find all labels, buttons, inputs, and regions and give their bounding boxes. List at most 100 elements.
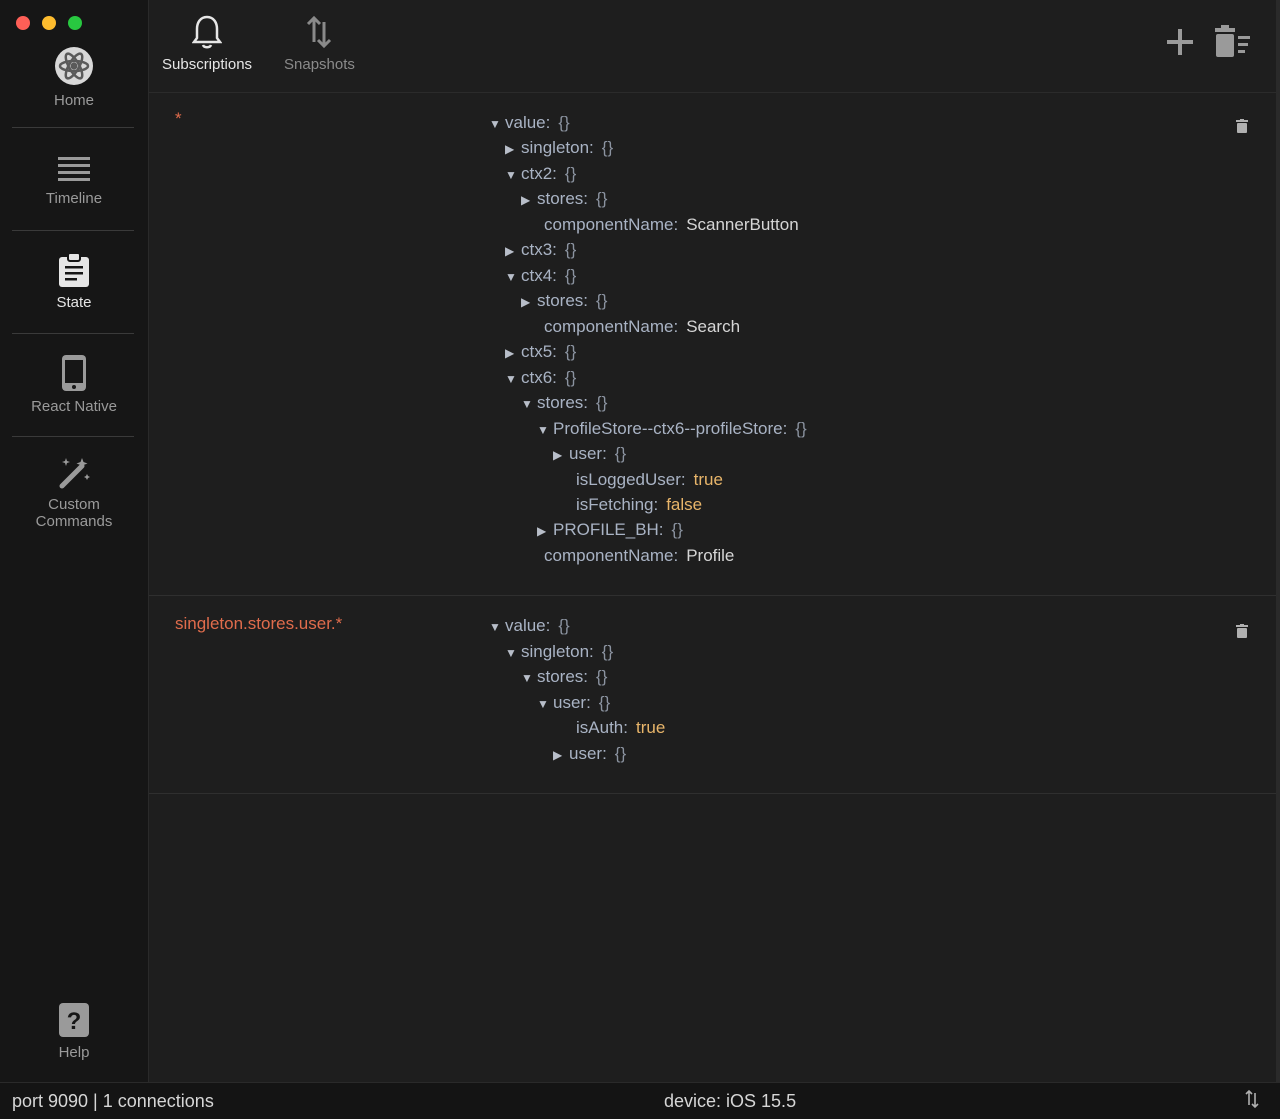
tree-key: value: (505, 616, 551, 635)
tree-node[interactable]: ▼ value: {} (489, 111, 570, 135)
tree-key: stores: (537, 189, 589, 208)
tab-snapshots[interactable]: Snapshots (284, 14, 355, 73)
tree-node[interactable]: ▼ ctx6: {} (505, 366, 576, 390)
tree-brace: {} (564, 266, 577, 285)
sidebar-item-custom-commands[interactable]: Custom Commands (0, 454, 148, 530)
tree-brace: {} (564, 164, 577, 183)
tree-node[interactable]: ▶ user: {} (553, 442, 626, 466)
caret-down-icon[interactable]: ▼ (537, 418, 553, 442)
clear-all-icon[interactable] (1212, 24, 1252, 58)
tree-node[interactable]: ▶ user: {} (553, 742, 626, 766)
subscription-path[interactable]: * (175, 109, 182, 129)
tree-key: user: (569, 444, 607, 463)
tree-node[interactable]: ▼ stores: {} (521, 665, 607, 689)
device-status: device: iOS 15.5 (664, 1091, 797, 1111)
tree-key: stores: (537, 667, 589, 686)
help-icon: ? (59, 1003, 89, 1037)
close-window-button[interactable] (16, 16, 30, 30)
tree-node[interactable]: ▼ stores: {} (521, 391, 607, 415)
subscription-row: * ▼ value:{} ▶ singleton:{} ▼ ctx2:{} ▶ stor… (149, 93, 1276, 596)
caret-down-icon[interactable]: ▼ (537, 692, 553, 716)
tree-brace: {} (596, 393, 608, 412)
sidebar-item-timeline[interactable]: Timeline (0, 154, 148, 207)
phone-icon (62, 355, 86, 391)
lines-icon (58, 157, 90, 181)
tree-key: singleton: (521, 138, 594, 157)
sidebar-item-help[interactable]: ? Help (0, 1002, 148, 1061)
tree-leaf: componentName: ScannerButton (544, 213, 799, 237)
caret-down-icon[interactable]: ▼ (489, 112, 505, 136)
tree-node[interactable]: ▼ user: {} (537, 691, 610, 715)
caret-right-icon[interactable]: ▶ (505, 239, 521, 263)
connection-status: port 9090 | 1 connections (12, 1091, 214, 1111)
tab-label: Snapshots (284, 56, 355, 73)
tree-brace: {} (596, 189, 608, 208)
tree-brace: {} (795, 419, 807, 438)
app-window: Home Timeline State React Native Custom … (0, 0, 1280, 1119)
caret-right-icon[interactable]: ▶ (505, 341, 521, 365)
caret-down-icon[interactable]: ▼ (505, 641, 521, 665)
tree-leaf: isFetching: false (576, 493, 702, 517)
swap-arrows-icon[interactable] (1244, 1089, 1260, 1109)
tree-node[interactable]: ▼ ctx4: {} (505, 264, 576, 288)
subscription-row: singleton.stores.user.* ▼ value:{} ▼ singl… (149, 596, 1276, 794)
sidebar-item-label: Home (53, 92, 94, 109)
caret-down-icon[interactable]: ▼ (505, 265, 521, 289)
tree-brace: {} (558, 113, 570, 132)
tree-node[interactable]: ▼ value: {} (489, 614, 570, 638)
sidebar-divider (12, 127, 134, 128)
tree-key: componentName: (544, 546, 679, 565)
tree-key: isFetching: (576, 495, 659, 514)
tree-node[interactable]: ▶ singleton: {} (505, 136, 613, 160)
sidebar-item-state[interactable]: State (0, 252, 148, 311)
tree-brace: {} (564, 342, 577, 361)
tree-brace: {} (601, 642, 614, 661)
caret-right-icon[interactable]: ▶ (521, 290, 537, 314)
tree-key: isLoggedUser: (576, 470, 686, 489)
tree-node[interactable]: ▼ singleton: {} (505, 640, 613, 664)
tree-brace: {} (614, 444, 627, 463)
caret-down-icon[interactable]: ▼ (521, 666, 537, 690)
tree-value: false (666, 495, 703, 514)
tree-key: ctx2: (521, 164, 557, 183)
add-icon[interactable] (1166, 28, 1194, 56)
tree-leaf: isAuth: true (576, 716, 665, 740)
tree-node[interactable]: ▶ ctx5: {} (505, 340, 576, 364)
sidebar-item-label: Custom (48, 496, 100, 513)
minimize-window-button[interactable] (42, 16, 56, 30)
tree-node[interactable]: ▶ stores: {} (521, 187, 607, 211)
tree-key: stores: (537, 291, 589, 310)
caret-right-icon[interactable]: ▶ (537, 519, 553, 543)
tree-node[interactable]: ▶ ctx3: {} (505, 238, 576, 262)
sidebar-item-label: React Native (31, 398, 117, 415)
tree-key: componentName: (544, 317, 679, 336)
sidebar-item-home[interactable]: Home (0, 46, 148, 109)
tree-key: componentName: (544, 215, 679, 234)
caret-down-icon[interactable]: ▼ (505, 367, 521, 391)
subscription-path[interactable]: singleton.stores.user.* (175, 614, 342, 634)
caret-right-icon[interactable]: ▶ (553, 743, 569, 767)
caret-right-icon[interactable]: ▶ (505, 137, 521, 161)
tree-node[interactable]: ▶ PROFILE_BH: {} (537, 518, 683, 542)
caret-down-icon[interactable]: ▼ (489, 615, 505, 639)
tree-brace: {} (564, 240, 577, 259)
window-controls (16, 16, 82, 30)
caret-right-icon[interactable]: ▶ (521, 188, 537, 212)
tree-brace: {} (598, 693, 611, 712)
trash-icon[interactable] (1236, 624, 1248, 638)
tree-node[interactable]: ▼ ctx2: {} (505, 162, 576, 186)
caret-down-icon[interactable]: ▼ (505, 163, 521, 187)
tree-value: true (635, 718, 666, 737)
caret-down-icon[interactable]: ▼ (521, 392, 537, 416)
caret-right-icon[interactable]: ▶ (553, 443, 569, 467)
zoom-window-button[interactable] (68, 16, 82, 30)
sidebar: Home Timeline State React Native Custom … (0, 0, 149, 1082)
tab-subscriptions[interactable]: Subscriptions (162, 14, 252, 73)
tree-node[interactable]: ▼ ProfileStore--ctx6--profileStore: {} (537, 417, 807, 441)
svg-text:?: ? (67, 1008, 82, 1035)
sidebar-item-react-native[interactable]: React Native (0, 354, 148, 415)
tree-brace: {} (601, 138, 614, 157)
trash-icon[interactable] (1236, 119, 1248, 133)
tree-key: ctx3: (521, 240, 557, 259)
tree-node[interactable]: ▶ stores: {} (521, 289, 607, 313)
